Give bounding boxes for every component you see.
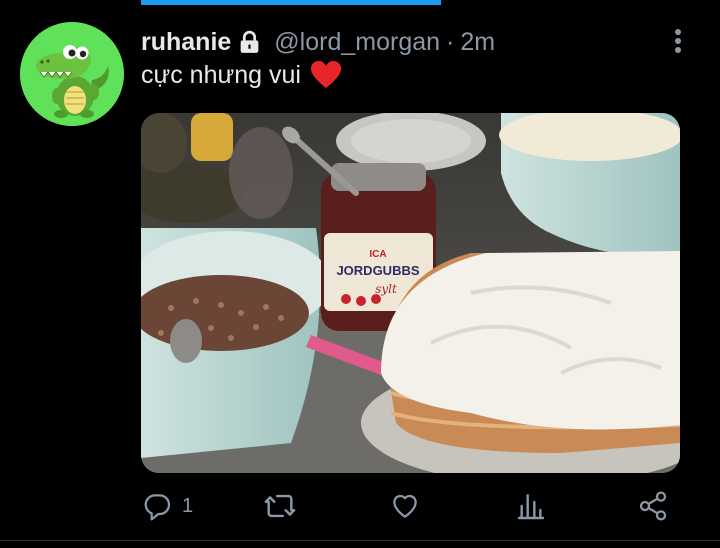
crocodile-avatar-icon (20, 22, 124, 126)
more-vertical-icon[interactable] (664, 24, 692, 58)
share-icon (639, 491, 667, 521)
retweet-button[interactable] (263, 484, 297, 528)
reply-button[interactable]: 1 (141, 484, 193, 528)
top-accent-bar (141, 0, 441, 5)
display-name[interactable]: ruhanie (141, 28, 231, 57)
tweet-actions: 1 (141, 484, 681, 528)
jar-sublabel: sylt (375, 282, 397, 296)
tweet-text-content: cực nhưng vui (141, 60, 301, 89)
jar-brand: ICA (369, 249, 386, 260)
cake-photo: ICA JORDGUBBS sylt (141, 113, 680, 473)
lock-icon (237, 30, 262, 55)
tweet-media-photo[interactable]: ICA JORDGUBBS sylt (141, 113, 680, 473)
like-icon (393, 494, 417, 518)
separator-dot: · (446, 27, 455, 56)
views-button[interactable] (515, 484, 547, 528)
timestamp[interactable]: 2m (460, 28, 495, 57)
reply-icon (144, 494, 171, 521)
divider (0, 540, 720, 541)
jar-label: JORDGUBBS (336, 263, 419, 278)
views-icon (517, 494, 545, 520)
red-heart-emoji-icon (310, 60, 342, 90)
tweet-text: cực nhưng vui (141, 58, 342, 92)
share-button[interactable] (637, 484, 669, 528)
avatar[interactable] (20, 22, 124, 126)
reply-count: 1 (182, 494, 194, 517)
like-button[interactable] (389, 484, 421, 528)
tweet-header: ruhanie @lord_morgan · 2m (141, 25, 495, 59)
user-handle[interactable]: @lord_morgan (274, 28, 440, 57)
retweet-icon (264, 494, 296, 518)
